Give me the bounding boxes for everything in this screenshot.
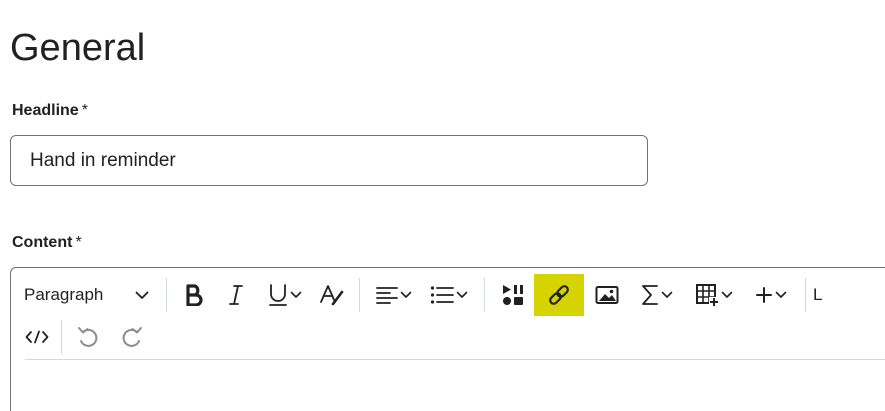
- chevron-down-icon: [721, 291, 733, 299]
- code-icon: [25, 330, 49, 344]
- toolbar-separator: [359, 278, 360, 312]
- content-editor[interactable]: Paragraph L: [10, 267, 885, 411]
- format-clear-icon: [319, 284, 345, 306]
- table-button[interactable]: [684, 274, 744, 316]
- clear-format-button[interactable]: [312, 274, 352, 316]
- chevron-down-icon: [456, 291, 468, 299]
- insert-link-button[interactable]: [534, 274, 584, 316]
- table-icon: [695, 283, 719, 307]
- overflow-button[interactable]: L: [813, 274, 827, 316]
- chevron-down-icon: [661, 291, 673, 299]
- undo-button[interactable]: [66, 317, 110, 357]
- toolbar-separator: [805, 278, 806, 312]
- headline-label: Headline *: [12, 101, 88, 121]
- toolbar-separator: [166, 278, 167, 312]
- media-icon: [501, 283, 525, 307]
- section-title: General: [10, 27, 146, 69]
- redo-button[interactable]: [110, 317, 154, 357]
- align-button[interactable]: [367, 274, 421, 316]
- required-mark: *: [75, 234, 82, 251]
- headline-input[interactable]: [10, 135, 648, 186]
- chevron-down-icon: [290, 291, 302, 299]
- underline-icon: [268, 283, 288, 307]
- toolbar-separator: [484, 278, 485, 312]
- redo-icon: [121, 326, 143, 348]
- overflow-label: L: [813, 285, 823, 304]
- bold-button[interactable]: [174, 274, 214, 316]
- bold-icon: [184, 284, 204, 306]
- bullet-list-icon: [430, 285, 454, 305]
- insert-media-button[interactable]: [492, 274, 534, 316]
- page: General Headline* Content* Paragraph: [0, 0, 885, 411]
- insert-image-button[interactable]: [584, 274, 630, 316]
- italic-icon: [228, 284, 244, 306]
- italic-button[interactable]: [214, 274, 258, 316]
- undo-icon: [77, 326, 99, 348]
- editor-toolbar: Paragraph L: [15, 274, 827, 316]
- chevron-down-icon: [400, 291, 412, 299]
- underline-button[interactable]: [258, 274, 312, 316]
- content-label-text: Content: [12, 234, 73, 251]
- source-code-button[interactable]: [15, 317, 59, 357]
- plus-icon: [755, 286, 773, 304]
- chevron-down-icon: [775, 291, 787, 299]
- required-mark: *: [81, 102, 88, 119]
- toolbar-divider: [25, 359, 885, 360]
- image-icon: [595, 285, 619, 305]
- editor-toolbar-row-2: [15, 317, 154, 357]
- sigma-icon: [641, 284, 659, 306]
- toolbar-separator: [61, 320, 62, 354]
- list-button[interactable]: [421, 274, 477, 316]
- headline-label-text: Headline: [12, 102, 79, 119]
- equation-button[interactable]: [630, 274, 684, 316]
- link-icon: [547, 283, 571, 307]
- chevron-down-icon: [135, 291, 149, 300]
- content-label: Content *: [12, 233, 82, 253]
- block-format-select[interactable]: Paragraph: [15, 274, 159, 316]
- insert-more-button[interactable]: [744, 274, 798, 316]
- block-format-value: Paragraph: [24, 285, 104, 304]
- align-left-icon: [376, 286, 398, 304]
